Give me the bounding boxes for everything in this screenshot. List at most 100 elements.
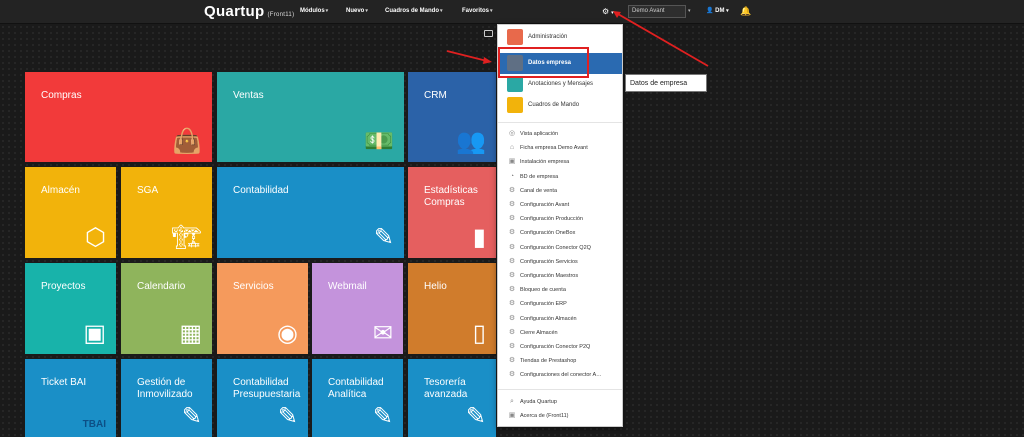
bell-icon[interactable]: 🔔 — [740, 6, 751, 17]
nav-label: Cuadros de Mando — [385, 8, 440, 14]
help-link[interactable]: ⌕ Ayuda Quartup — [498, 395, 622, 409]
tile-label: Servicios — [233, 281, 274, 292]
tile-12[interactable]: Ticket BAI TBAI — [25, 359, 116, 437]
tile-label: Estadísticas Compras — [424, 185, 478, 208]
menu-item-label: Administración — [528, 34, 568, 40]
menu-item[interactable]: ⚙ Configuración OneBox — [498, 226, 622, 240]
user-initials: DM — [715, 8, 725, 14]
settings-menu-button[interactable]: ⚙ ▾ — [602, 7, 616, 17]
edit-icon: ✎ — [373, 224, 394, 251]
edit-icon: ✎ — [372, 403, 393, 430]
company-select[interactable]: Demo Avant — [628, 5, 686, 18]
app-logo[interactable]: Quartup (Front11) — [204, 3, 294, 20]
tile-13[interactable]: Gestión de Inmovilizado ✎ — [121, 359, 212, 437]
menu-item[interactable]: ⚙ Configuración Servicios — [498, 255, 622, 269]
tile-label: Helio — [424, 281, 447, 292]
menu-item[interactable]: ⚙ Configuración Producción — [498, 212, 622, 226]
chevron-down-icon: ▾ — [726, 8, 729, 14]
presentation-icon: ▣ — [83, 320, 106, 347]
chevron-down-icon: ▾ — [611, 10, 614, 16]
menu-divider — [498, 389, 622, 390]
module-icon — [507, 29, 523, 45]
nav-modulos[interactable]: Módulos▾ — [300, 8, 328, 14]
menu-item[interactable]: ⚙ Configuración Almacén — [498, 312, 622, 326]
forklift-icon: 🏗 — [171, 224, 202, 251]
menu-item-label: Tiendas de Prestashop — [520, 358, 577, 365]
tile-2[interactable]: CRM 👥 — [408, 72, 496, 162]
tile-label: Compras — [41, 90, 82, 101]
tile-10[interactable]: Webmail ✉ — [312, 263, 403, 354]
gear-icon: ⚙ — [508, 371, 516, 379]
menu-item-administración[interactable]: Administración — [498, 27, 622, 48]
edit-icon: ✎ — [277, 403, 298, 430]
tile-1[interactable]: Ventas 💵 — [217, 72, 404, 162]
tile-0[interactable]: Compras 👜 — [25, 72, 212, 162]
menu-item[interactable]: ⚙ Cierre Almacén — [498, 326, 622, 340]
nav-nuevo[interactable]: Nuevo▾ — [346, 8, 368, 14]
nav-cuadros-de-mando[interactable]: Cuadros de Mando▾ — [385, 8, 443, 14]
gear-icon: ⚙ — [508, 257, 516, 265]
envelope-icon: ✉ — [372, 320, 393, 347]
tile-14[interactable]: Contabilidad Presupuestaria ✎ — [217, 359, 308, 437]
tile-3[interactable]: Almacén ⬡ — [25, 167, 116, 258]
menu-item-label: Configuración Avant — [520, 202, 570, 208]
tile-7[interactable]: Proyectos ▣ — [25, 263, 116, 354]
menu-item[interactable]: ⌂ Ficha empresa Demo Avant — [498, 141, 622, 155]
gear-icon: ⚙ — [508, 243, 516, 251]
tile-8[interactable]: Calendario ▦ — [121, 263, 212, 354]
gear-icon: ⚙ — [508, 201, 516, 208]
menu-item[interactable]: ◔ BD de empresa — [498, 170, 622, 184]
about-link[interactable]: ▣ Acerca de (Front11) — [498, 409, 622, 423]
tile-9[interactable]: Servicios ◉ — [217, 263, 308, 354]
tile-4[interactable]: SGA 🏗 — [121, 167, 212, 258]
tile-label: SGA — [137, 185, 159, 196]
menu-item[interactable]: ⚙ Configuraciones del conector A… — [498, 368, 622, 382]
gear-icon: ⚙ — [508, 357, 516, 365]
tile-label: Gestión de Inmovilizado — [137, 377, 193, 400]
menu-item-label: Configuración ERP — [520, 301, 567, 308]
chevron-down-icon: ▾ — [440, 8, 443, 14]
menu-item[interactable]: ⚙ Canal de venta — [498, 184, 622, 198]
window-icon[interactable] — [484, 30, 493, 37]
menu-item-label: Vista aplicación — [520, 131, 559, 137]
menu-item-label: BD de empresa — [520, 173, 559, 180]
gear-icon: ⚙ — [508, 314, 516, 322]
user-menu-button[interactable]: 👤 DM ▾ — [706, 7, 729, 14]
tile-15[interactable]: Contabilidad Analítica ✎ — [312, 359, 403, 437]
logo-subtitle: (Front11) — [267, 12, 295, 18]
menu-item[interactable]: ◎ Vista aplicación — [498, 127, 622, 141]
edit-icon: ✎ — [181, 403, 202, 430]
menu-item-label: Acerca de (Front11) — [520, 413, 569, 419]
menu-item[interactable]: ⚙ Configuración Avant — [498, 198, 622, 212]
menu-item-label: Cierre Almacén — [520, 329, 558, 336]
user-icon: 👤 — [706, 8, 714, 14]
tile-16[interactable]: Tesorería avanzada ✎ — [408, 359, 496, 437]
tile-label: Proyectos — [41, 281, 86, 292]
menu-item[interactable]: ⚙ Configuración Conector P2Q — [498, 340, 622, 354]
menu-item-label: Configuración Maestros — [520, 273, 579, 279]
menu-item-label: Configuración Almacén — [520, 315, 577, 322]
menu-item-label: Configuración Conector Q2Q — [520, 244, 591, 251]
edit-icon: ✎ — [465, 403, 486, 430]
menu-item[interactable]: ▣ Instalación empresa — [498, 155, 622, 169]
menu-item[interactable]: ⚙ Tiendas de Prestashop — [498, 354, 622, 368]
tile-label: CRM — [424, 90, 447, 101]
gear-icon: ⚙ — [508, 272, 516, 279]
chevron-down-icon: ▾ — [325, 8, 329, 14]
tile-label: Ventas — [233, 90, 264, 101]
nav-favoritos[interactable]: Favoritos▾ — [462, 8, 493, 14]
menu-item[interactable]: ⚙ Configuración ERP — [498, 297, 622, 311]
menu-item-label: Ficha empresa Demo Avant — [520, 145, 588, 152]
chevron-down-icon[interactable]: ▾ — [688, 8, 691, 14]
menu-item[interactable]: ⚙ Bloqueo de cuenta — [498, 283, 622, 297]
tile-11[interactable]: Helio ▯ — [408, 263, 496, 354]
gear-icon: ⚙ — [508, 328, 516, 336]
menu-item[interactable]: ⚙ Configuración Maestros — [498, 269, 622, 283]
tile-5[interactable]: Contabilidad ✎ — [217, 167, 404, 258]
menu-item-label: Configuración Servicios — [520, 258, 578, 265]
menu-item[interactable]: ⚙ Configuración Conector Q2Q — [498, 241, 622, 255]
tile-label: Ticket BAI — [41, 377, 87, 388]
menu-icon: ⌂ — [509, 144, 515, 152]
menu-item-cuadros-de-mando[interactable]: Cuadros de Mando — [498, 95, 622, 116]
tile-6[interactable]: Estadísticas Compras ▮ — [408, 167, 496, 258]
